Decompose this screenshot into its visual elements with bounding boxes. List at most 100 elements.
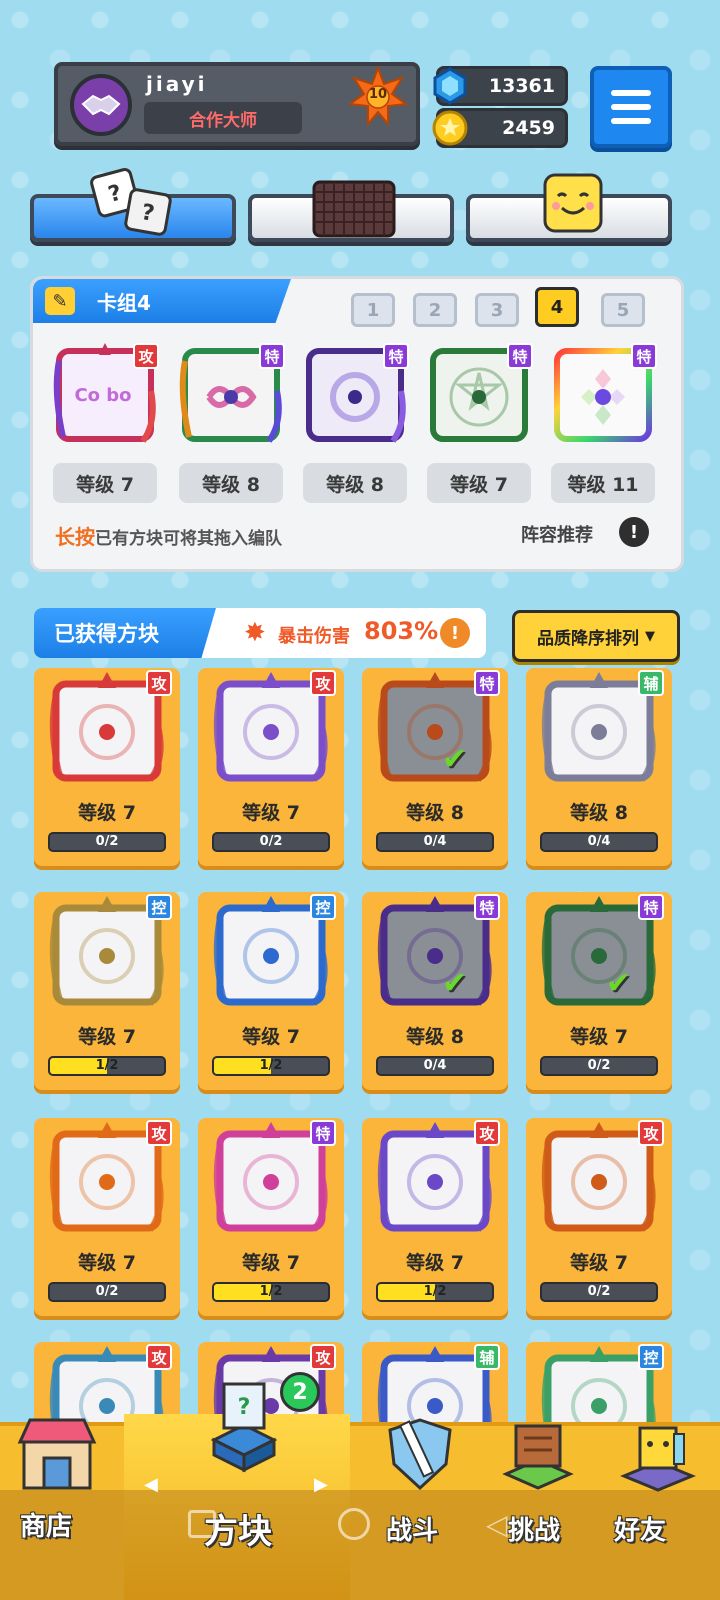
nav-blocks[interactable]: ? 2 ◀ ▶ 方块 xyxy=(124,1370,350,1600)
deck-select-2[interactable]: 2 xyxy=(413,293,457,327)
block-card-level: 等级 7 xyxy=(242,1026,300,1048)
deck-hint-highlight: 长按 xyxy=(55,525,95,549)
burst-icon: ✸ xyxy=(244,618,266,648)
deck-select-5[interactable]: 5 xyxy=(601,293,645,327)
progress-text: 0/2 xyxy=(587,1284,611,1299)
block-card[interactable]: 攻等级 7 0/2 xyxy=(198,668,344,866)
block-card-level: 等级 7 xyxy=(78,1252,136,1274)
recommend-link[interactable]: 阵容推荐 xyxy=(521,521,593,547)
block-card-progress: 0/2 xyxy=(212,832,330,852)
progress-text: 1/2 xyxy=(259,1284,283,1299)
avatar[interactable] xyxy=(70,74,132,136)
nav-friends[interactable]: 好友 xyxy=(602,1420,720,1600)
block-card[interactable]: ✔ 特等级 7 0/2 xyxy=(526,892,672,1090)
deck-header: ✎ 卡组4 xyxy=(33,279,291,323)
block-card[interactable]: ✔ 特等级 8 0/4 xyxy=(362,892,508,1090)
block-card-progress: 1/2 xyxy=(212,1056,330,1076)
tab-emoji[interactable] xyxy=(466,173,672,242)
block-card[interactable]: 攻等级 7 0/2 xyxy=(34,1118,180,1316)
block-card[interactable]: 攻等级 7 0/2 xyxy=(34,668,180,866)
block-card-progress: 0/2 xyxy=(540,1056,658,1076)
coin-icon xyxy=(432,110,468,146)
type-badge: 辅 xyxy=(638,670,664,696)
block-card[interactable]: 攻等级 7 0/2 xyxy=(526,1118,672,1316)
type-badge: 攻 xyxy=(310,1344,336,1370)
progress-text: 0/4 xyxy=(423,1058,447,1073)
type-badge: 控 xyxy=(146,894,172,920)
type-badge: 特 xyxy=(474,894,500,920)
nav-challenge-label: 挑战 xyxy=(508,1516,561,1546)
obtained-bar: 已获得方块 ✸ 暴击伤害 803% ! xyxy=(34,608,486,658)
menu-button[interactable] xyxy=(590,66,672,148)
deck-card-level: 等级 11 xyxy=(551,463,655,503)
chevron-right-icon[interactable]: ▶ xyxy=(314,1474,328,1495)
blocks-badge: 2 xyxy=(280,1372,320,1412)
nav-shop-label: 商店 xyxy=(20,1512,73,1542)
deck-card-level: 等级 7 xyxy=(427,463,531,503)
deck-select-4[interactable]: 4 xyxy=(535,287,579,327)
block-card-level: 等级 7 xyxy=(78,1026,136,1048)
block-card-progress: 1/2 xyxy=(376,1282,494,1302)
block-card-level: 等级 8 xyxy=(406,802,464,824)
type-badge: 攻 xyxy=(474,1120,500,1146)
type-badge: 特 xyxy=(638,894,664,920)
tab-dice[interactable]: ? ? xyxy=(30,168,236,242)
check-icon: ✔ xyxy=(442,742,468,777)
block-card-progress: 0/2 xyxy=(48,1282,166,1302)
level-number: 10 xyxy=(368,87,388,102)
type-badge: 攻 xyxy=(133,343,159,369)
progress-text: 0/2 xyxy=(259,834,283,849)
block-card[interactable]: 攻等级 7 1/2 xyxy=(362,1118,508,1316)
type-badge: 特 xyxy=(310,1120,336,1146)
type-badge: 特 xyxy=(631,343,657,369)
obtained-title: 已获得方块 xyxy=(34,608,216,658)
username: jiayi xyxy=(146,72,208,96)
deck-select-1[interactable]: 1 xyxy=(351,293,395,327)
pencil-icon[interactable]: ✎ xyxy=(45,287,75,315)
progress-text: 0/4 xyxy=(587,834,611,849)
nav-battle-label: 战斗 xyxy=(386,1516,439,1546)
recents-icon[interactable] xyxy=(188,1510,216,1538)
signboard-icon xyxy=(502,1424,574,1490)
deck-card-2[interactable]: 特 xyxy=(179,341,285,445)
block-card-level: 等级 7 xyxy=(406,1252,464,1274)
nav-battle[interactable]: 战斗 xyxy=(368,1418,478,1600)
block-card[interactable]: 特等级 7 1/2 xyxy=(198,1118,344,1316)
deck-card-3[interactable]: 特 xyxy=(303,341,409,445)
dice-icon: ? ? xyxy=(90,168,172,236)
nav-shop[interactable]: 商店 xyxy=(0,1418,120,1600)
coins-counter[interactable]: 2459 xyxy=(432,108,568,148)
tab-board[interactable] xyxy=(248,180,454,242)
type-badge: 攻 xyxy=(638,1120,664,1146)
sort-button[interactable]: 品质降序排列 ▼ xyxy=(512,610,680,662)
deck-card-5[interactable]: 特 xyxy=(551,341,657,445)
home-icon[interactable] xyxy=(338,1508,370,1540)
handshake-icon xyxy=(81,94,121,116)
block-card-level: 等级 7 xyxy=(570,1026,628,1048)
gems-counter[interactable]: 13361 xyxy=(433,66,568,106)
block-card-level: 等级 7 xyxy=(78,802,136,824)
check-icon: ✔ xyxy=(442,966,468,1001)
block-card[interactable]: ✔ 特等级 8 0/4 xyxy=(362,668,508,866)
back-icon[interactable]: ◁ xyxy=(486,1508,508,1541)
deck-card-level: 等级 7 xyxy=(53,463,157,503)
deck-card-1[interactable]: Co bo 攻 xyxy=(53,341,159,445)
caret-down-icon: ▼ xyxy=(645,628,655,644)
block-card-progress: 1/2 xyxy=(48,1056,166,1076)
profile-card[interactable]: jiayi 合作大师 10 xyxy=(54,62,420,146)
deck-hint-text: 已有方块可将其拖入编队 xyxy=(95,529,282,549)
progress-text: 1/2 xyxy=(259,1058,283,1073)
block-card[interactable]: 控等级 7 1/2 xyxy=(198,892,344,1090)
deck-panel: ✎ 卡组4 1 2 3 4 5 Co bo 攻 特 特 特 特 等级 7 等级 … xyxy=(30,276,684,572)
type-badge: 特 xyxy=(474,670,500,696)
block-card[interactable]: 控等级 7 1/2 xyxy=(34,892,180,1090)
progress-text: 0/2 xyxy=(95,834,119,849)
block-card[interactable]: 辅等级 8 0/4 xyxy=(526,668,672,866)
deck-select-3[interactable]: 3 xyxy=(475,293,519,327)
crit-info-icon[interactable]: ! xyxy=(440,618,470,648)
info-icon[interactable]: ! xyxy=(619,517,649,547)
crit-damage-label: 暴击伤害 xyxy=(278,626,350,647)
sword-shield-icon xyxy=(388,1418,452,1491)
deck-card-4[interactable]: 特 xyxy=(427,341,533,445)
chevron-left-icon[interactable]: ◀ xyxy=(144,1474,158,1495)
